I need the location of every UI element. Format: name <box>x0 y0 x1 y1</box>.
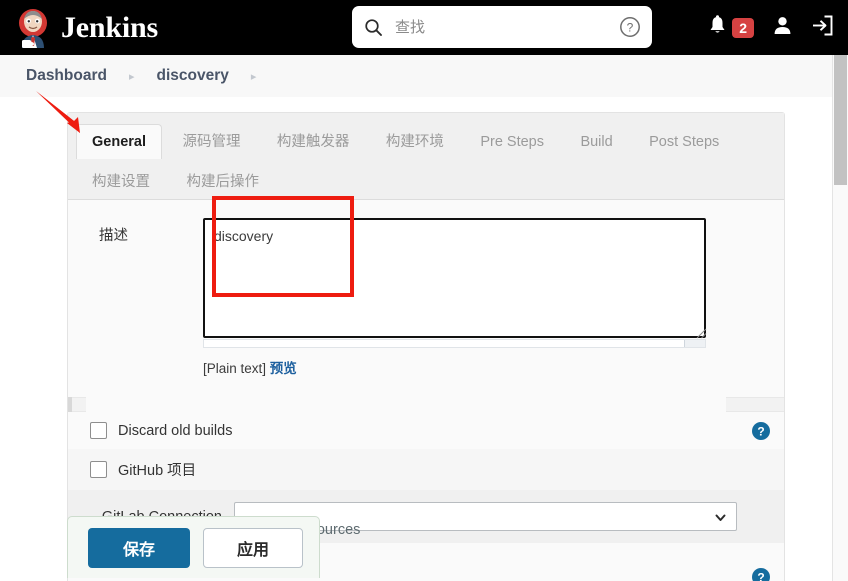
app-header: Jenkins ? <box>0 0 848 55</box>
page-vertical-scrollbar[interactable] <box>832 55 848 581</box>
option-discard-old-builds[interactable]: Discard old builds ? <box>68 412 784 449</box>
logout-icon <box>811 14 834 42</box>
logout-button[interactable] <box>811 14 834 42</box>
apply-button[interactable]: 应用 <box>203 528 303 568</box>
plain-text-label: [Plain text] <box>203 361 267 376</box>
tab-build-triggers[interactable]: 构建触发器 <box>261 120 366 160</box>
jenkins-home-link[interactable]: Jenkins <box>14 8 158 48</box>
sticky-action-bar: 保存 应用 <box>67 516 320 578</box>
search-icon <box>364 18 383 37</box>
description-markup-note: [Plain text] 预览 <box>203 357 762 377</box>
search-input[interactable] <box>393 12 607 42</box>
description-field-column: [Plain text] 预览 <box>203 218 784 377</box>
tab-post-build-actions[interactable]: 构建后操作 <box>170 160 275 200</box>
notifications-button[interactable]: 2 <box>708 14 754 41</box>
github-project-label: GitHub 项目 <box>118 463 197 479</box>
page-scrollbar-thumb[interactable] <box>834 55 847 185</box>
breadcrumb: Dashboard ▸ discovery ▸ <box>0 55 848 98</box>
help-icon[interactable]: ? <box>752 421 770 440</box>
breadcrumb-item-discovery[interactable]: discovery <box>157 67 229 85</box>
tab-build-settings[interactable]: 构建设置 <box>76 160 166 200</box>
breadcrumb-separator-2: ▸ <box>250 70 257 83</box>
preview-link[interactable]: 预览 <box>270 361 297 376</box>
content-area: General 源码管理 构建触发器 构建环境 Pre Steps Build … <box>0 97 833 581</box>
brand-title: Jenkins <box>61 10 158 44</box>
discard-old-builds-checkbox[interactable] <box>90 422 107 439</box>
breadcrumb-separator: ▸ <box>128 70 135 83</box>
breadcrumb-item-dashboard[interactable]: Dashboard <box>26 67 107 85</box>
tab-build[interactable]: Build <box>564 124 628 159</box>
tab-general[interactable]: General <box>76 124 162 159</box>
header-actions: 2 <box>708 0 834 55</box>
config-tabbar: General 源码管理 构建触发器 构建环境 Pre Steps Build … <box>68 113 784 200</box>
description-textarea[interactable] <box>203 218 706 338</box>
section-divider <box>68 397 784 412</box>
config-form-panel: General 源码管理 构建触发器 构建环境 Pre Steps Build … <box>67 112 785 581</box>
tab-scm[interactable]: 源码管理 <box>166 120 256 160</box>
svg-text:?: ? <box>627 21 634 35</box>
tab-post-steps[interactable]: Post Steps <box>633 124 735 159</box>
jenkins-butler-logo <box>14 8 52 48</box>
github-project-checkbox[interactable] <box>90 461 107 478</box>
tab-build-environment[interactable]: 构建环境 <box>370 120 460 160</box>
textarea-horizontal-scrollbar[interactable] <box>203 339 706 348</box>
notification-count-badge: 2 <box>732 17 754 38</box>
discard-old-builds-label: Discard old builds <box>118 422 233 439</box>
svg-text:?: ? <box>757 424 764 438</box>
tab-pre-steps[interactable]: Pre Steps <box>464 124 560 159</box>
help-icon-2[interactable]: ? <box>752 568 770 581</box>
svg-text:?: ? <box>757 570 764 581</box>
jenkins-config-page: Jenkins ? <box>0 0 848 581</box>
description-row: 描述 [Plain text] <box>68 200 784 383</box>
search-box[interactable]: ? <box>352 6 652 48</box>
description-label: 描述 <box>99 228 128 244</box>
save-button[interactable]: 保存 <box>88 528 190 568</box>
textarea-scrollbar-thumb[interactable] <box>204 340 685 347</box>
chevron-down-icon <box>714 511 727 529</box>
question-circle-icon[interactable]: ? <box>619 16 641 38</box>
account-button[interactable] <box>772 15 793 41</box>
bell-icon <box>708 14 727 41</box>
option-github-project[interactable]: GitHub 项目 <box>68 449 784 490</box>
person-icon <box>772 15 793 41</box>
